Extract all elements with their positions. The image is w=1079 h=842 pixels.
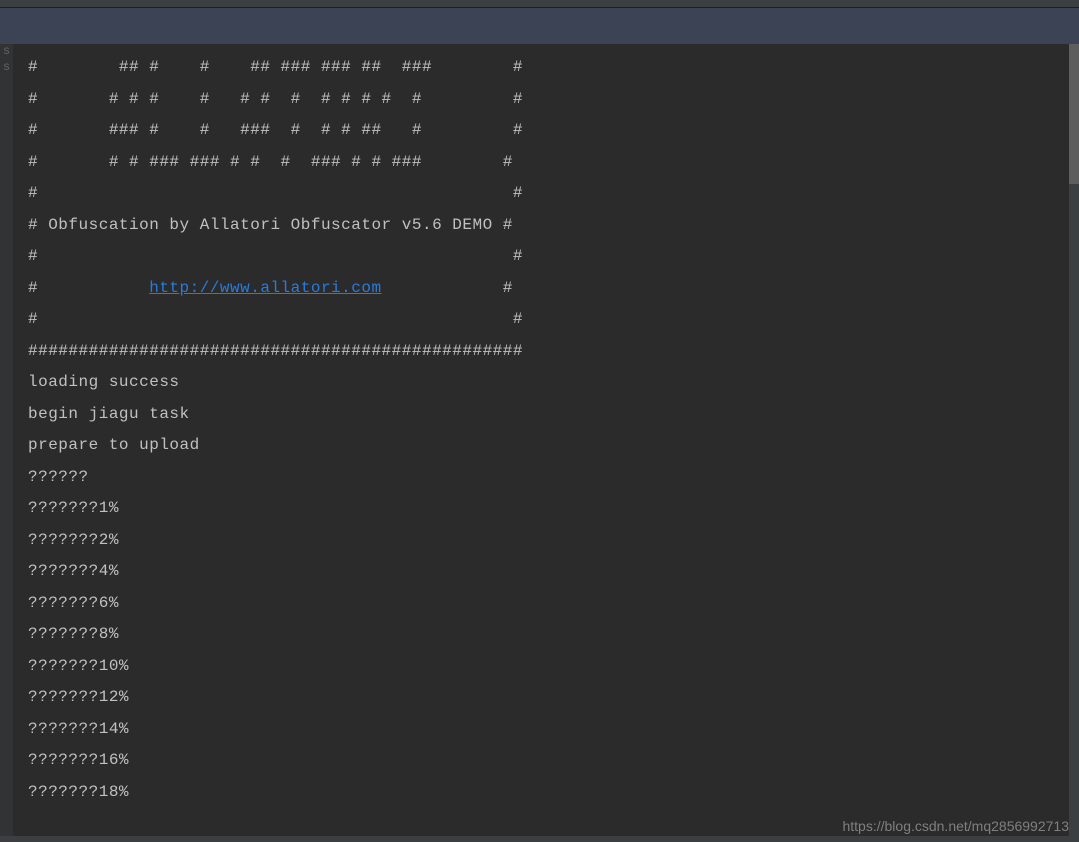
header-bar bbox=[0, 8, 1079, 44]
console-line: # ### # # ### # # # ## # # bbox=[28, 115, 1069, 147]
console-line: # # # # # # # # # # # # # # bbox=[28, 84, 1069, 116]
console-line: ???????10% bbox=[28, 651, 1069, 683]
console-line: loading success bbox=[28, 367, 1069, 399]
link-prefix: # bbox=[28, 279, 149, 297]
console-line: ???????12% bbox=[28, 682, 1069, 714]
console-line: ???????18% bbox=[28, 777, 1069, 809]
console-line: # # bbox=[28, 241, 1069, 273]
console-line: # Obfuscation by Allatori Obfuscator v5.… bbox=[28, 210, 1069, 242]
gutter-char: s bbox=[0, 60, 13, 76]
console-line: # # bbox=[28, 304, 1069, 336]
console-line: ???????8% bbox=[28, 619, 1069, 651]
bottom-bar bbox=[0, 836, 1079, 842]
allatori-link[interactable]: http://www.allatori.com bbox=[149, 279, 381, 297]
main-container: s s # ## # # ## ### ### ## ### ## # # # … bbox=[0, 44, 1079, 842]
console-output[interactable]: # ## # # ## ### ### ## ### ## # # # # # … bbox=[14, 44, 1069, 842]
console-line: # # # ### ### # # # ### # # ### # bbox=[28, 147, 1069, 179]
left-gutter: s s bbox=[0, 44, 14, 842]
console-line: # ## # # ## ### ### ## ### # bbox=[28, 52, 1069, 84]
console-line: ???????14% bbox=[28, 714, 1069, 746]
console-line: ########################################… bbox=[28, 336, 1069, 368]
console-line: ???????4% bbox=[28, 556, 1069, 588]
top-bar bbox=[0, 0, 1079, 8]
console-line: ???????2% bbox=[28, 525, 1069, 557]
watermark: https://blog.csdn.net/mq2856992713 bbox=[842, 818, 1069, 834]
console-line: ???????16% bbox=[28, 745, 1069, 777]
console-link-line: # http://www.allatori.com # bbox=[28, 273, 1069, 305]
console-line: # # bbox=[28, 178, 1069, 210]
console-line: ???????6% bbox=[28, 588, 1069, 620]
scroll-thumb[interactable] bbox=[1069, 44, 1079, 184]
gutter-char: s bbox=[0, 44, 13, 60]
console-line: ?????? bbox=[28, 462, 1069, 494]
console-line: begin jiagu task bbox=[28, 399, 1069, 431]
link-suffix: # bbox=[382, 279, 513, 297]
console-line: prepare to upload bbox=[28, 430, 1069, 462]
console-line: ???????1% bbox=[28, 493, 1069, 525]
vertical-scrollbar[interactable] bbox=[1069, 44, 1079, 842]
